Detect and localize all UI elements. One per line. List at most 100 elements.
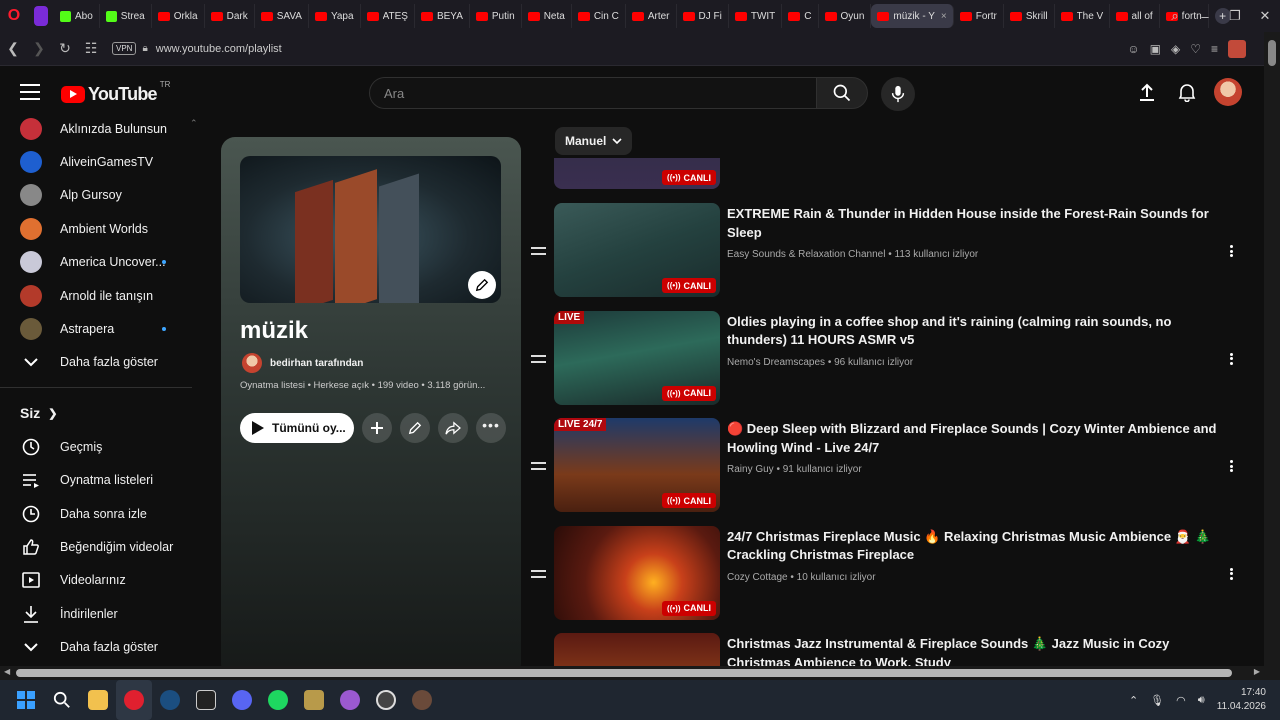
browser-tab[interactable]: Cin C xyxy=(572,4,626,28)
volume-icon[interactable]: 🔊︎ xyxy=(1198,694,1205,707)
subscription-item[interactable]: Aklınızda Bulunsun xyxy=(0,112,204,145)
more-vertical-icon[interactable] xyxy=(1223,566,1239,582)
subscription-item[interactable]: Astrapera xyxy=(0,312,204,345)
back-button[interactable]: ❮ xyxy=(0,40,26,57)
scroll-left-icon[interactable]: ◀ xyxy=(4,667,10,676)
league-icon[interactable] xyxy=(296,680,332,720)
restore-button[interactable]: ❐ xyxy=(1220,8,1250,24)
browser-tab[interactable]: Putin xyxy=(470,4,522,28)
close-tab-icon[interactable]: × xyxy=(941,11,947,22)
you-item-thumbs-up[interactable]: Beğendiğim videolar xyxy=(0,530,204,563)
menu-lines-icon[interactable]: ≡ xyxy=(1211,42,1218,56)
browser-tab[interactable]: Abo xyxy=(54,4,100,28)
more-vertical-icon[interactable] xyxy=(1223,243,1239,259)
video-row[interactable]: LIVE 24/7 ((•)) CANLI 🔴 Deep Sleep with Bli… xyxy=(530,418,1264,514)
game-launcher-icon[interactable] xyxy=(368,680,404,720)
subscription-item[interactable]: Ambient Worlds xyxy=(0,212,204,245)
more-vertical-icon[interactable] xyxy=(1223,351,1239,367)
upload-button[interactable] xyxy=(1134,79,1160,105)
forward-button[interactable]: ❯ xyxy=(26,40,52,57)
browser-tab[interactable]: C xyxy=(782,4,819,28)
video-thumbnail[interactable] xyxy=(554,633,720,666)
discord-icon[interactable] xyxy=(224,680,260,720)
sidebar-scroll-up-icon[interactable]: ⌃ xyxy=(190,118,198,129)
you-item-your-videos[interactable]: Videolarınız xyxy=(0,564,204,597)
opera-logo-icon[interactable]: O xyxy=(0,0,28,32)
channel-name[interactable]: Easy Sounds & Relaxation Channel xyxy=(727,249,885,260)
camera-icon[interactable]: ▣ xyxy=(1150,42,1161,56)
start-button[interactable] xyxy=(8,680,44,720)
add-button[interactable] xyxy=(362,413,392,443)
video-title[interactable]: Oldies playing in a coffee shop and it's… xyxy=(727,313,1217,350)
browser-tab[interactable]: Skrill xyxy=(1004,4,1055,28)
browser-tab[interactable]: Neta xyxy=(522,4,572,28)
browser-tab[interactable]: Oyun xyxy=(819,4,872,28)
browser-tab[interactable]: BEYA xyxy=(415,4,470,28)
file-explorer-icon[interactable] xyxy=(80,680,116,720)
you-section-heading[interactable]: Siz ❯ xyxy=(0,396,204,430)
browser-tab[interactable]: Orkla xyxy=(152,4,205,28)
browser-tab[interactable]: Fortr xyxy=(954,4,1004,28)
video-thumbnail[interactable]: ((•)) CANLI xyxy=(554,158,720,189)
taskbar-search-icon[interactable] xyxy=(44,680,80,720)
video-title[interactable]: Christmas Jazz Instrumental & Fireplace … xyxy=(727,635,1217,666)
minimize-button[interactable]: – xyxy=(1190,9,1220,24)
share-button[interactable] xyxy=(438,413,468,443)
page-scrollbar[interactable] xyxy=(1264,32,1280,680)
edit-thumbnail-button[interactable] xyxy=(468,271,496,299)
menu-icon[interactable] xyxy=(20,84,40,100)
video-thumbnail[interactable]: ((•)) CANLI xyxy=(554,203,720,297)
browser-tab[interactable]: Yapa xyxy=(309,4,361,28)
drag-handle-icon[interactable] xyxy=(531,247,546,255)
profile-avatar[interactable] xyxy=(1228,40,1246,58)
shield-icon[interactable]: ◈ xyxy=(1171,42,1180,56)
game-icon[interactable] xyxy=(404,680,440,720)
you-item-download[interactable]: İndirilenler xyxy=(0,597,204,630)
account-avatar[interactable] xyxy=(1214,78,1242,106)
browser-tab[interactable]: müzik - Y × xyxy=(871,4,954,28)
video-row[interactable]: LIVE ((•)) CANLI Oldies playing in a coffee… xyxy=(530,310,1264,407)
playlist-owner[interactable]: bedirhan tarafından xyxy=(242,353,363,373)
more-vertical-icon[interactable] xyxy=(1223,458,1239,474)
emoji-icon[interactable]: ☺ xyxy=(1127,42,1139,56)
you-item-watch-later[interactable]: Daha sonra izle xyxy=(0,497,204,530)
video-row[interactable]: Christmas Jazz Instrumental & Fireplace … xyxy=(530,633,1264,666)
you-show-more[interactable]: Daha fazla göster xyxy=(0,630,204,663)
heart-icon[interactable]: ♡ xyxy=(1190,42,1201,56)
video-title[interactable]: EXTREME Rain & Thunder in Hidden House i… xyxy=(727,205,1217,242)
search-input[interactable] xyxy=(384,85,816,101)
video-row[interactable]: ((•)) CANLI EXTREME Rain & Thunder in Hidd… xyxy=(530,203,1264,299)
tabs-overview-icon[interactable]: ☷ xyxy=(78,40,104,57)
scroll-right-icon[interactable]: ▶ xyxy=(1254,667,1260,676)
subscription-item[interactable]: Arnold ile tanışın xyxy=(0,279,204,312)
wifi-icon[interactable]: ◠ xyxy=(1176,694,1186,707)
browser-search-icon[interactable]: ⌕ xyxy=(1160,8,1190,24)
opera-taskbar-icon[interactable] xyxy=(116,680,152,720)
channel-name[interactable]: Cozy Cottage xyxy=(727,572,788,583)
vpn-badge[interactable]: VPN xyxy=(112,42,137,55)
url-field[interactable]: www.youtube.com/playlist xyxy=(156,43,282,55)
drag-handle-icon[interactable] xyxy=(531,354,546,363)
you-item-playlists[interactable]: Oynatma listeleri xyxy=(0,464,204,497)
browser-tab[interactable]: Arter xyxy=(626,4,677,28)
subscription-item[interactable]: America Uncover... xyxy=(0,246,204,279)
steam-icon[interactable] xyxy=(152,680,188,720)
play-all-button[interactable]: Tümünü oy... xyxy=(240,413,354,443)
video-row[interactable]: ((•)) CANLI 24/7 Christmas Fireplace Music… xyxy=(530,525,1264,622)
video-thumbnail[interactable]: ((•)) CANLI xyxy=(554,525,720,620)
drag-handle-icon[interactable] xyxy=(531,569,546,578)
clock[interactable]: 17:40 11.04.2026 xyxy=(1217,686,1266,714)
pinned-tab-purple[interactable] xyxy=(34,6,48,26)
subscriptions-show-more[interactable]: Daha fazla göster xyxy=(0,346,204,379)
subscription-item[interactable]: Alp Gursoy xyxy=(0,179,204,212)
browser-tab[interactable]: The V xyxy=(1055,4,1110,28)
browser-tab[interactable]: Dark xyxy=(205,4,255,28)
reload-button[interactable]: ↻ xyxy=(52,40,78,57)
video-title[interactable]: 🔴 Deep Sleep with Blizzard and Fireplace… xyxy=(727,420,1217,457)
video-thumbnail[interactable]: LIVE 24/7 ((•)) CANLI xyxy=(554,418,720,512)
browser-tab[interactable]: TWIT xyxy=(729,4,783,28)
more-options-button[interactable]: ••• xyxy=(476,413,506,443)
video-title[interactable]: 24/7 Christmas Fireplace Music 🔥 Relaxin… xyxy=(727,528,1217,565)
subscription-item[interactable]: AliveinGamesTV xyxy=(0,145,204,178)
search-button[interactable] xyxy=(816,77,868,109)
